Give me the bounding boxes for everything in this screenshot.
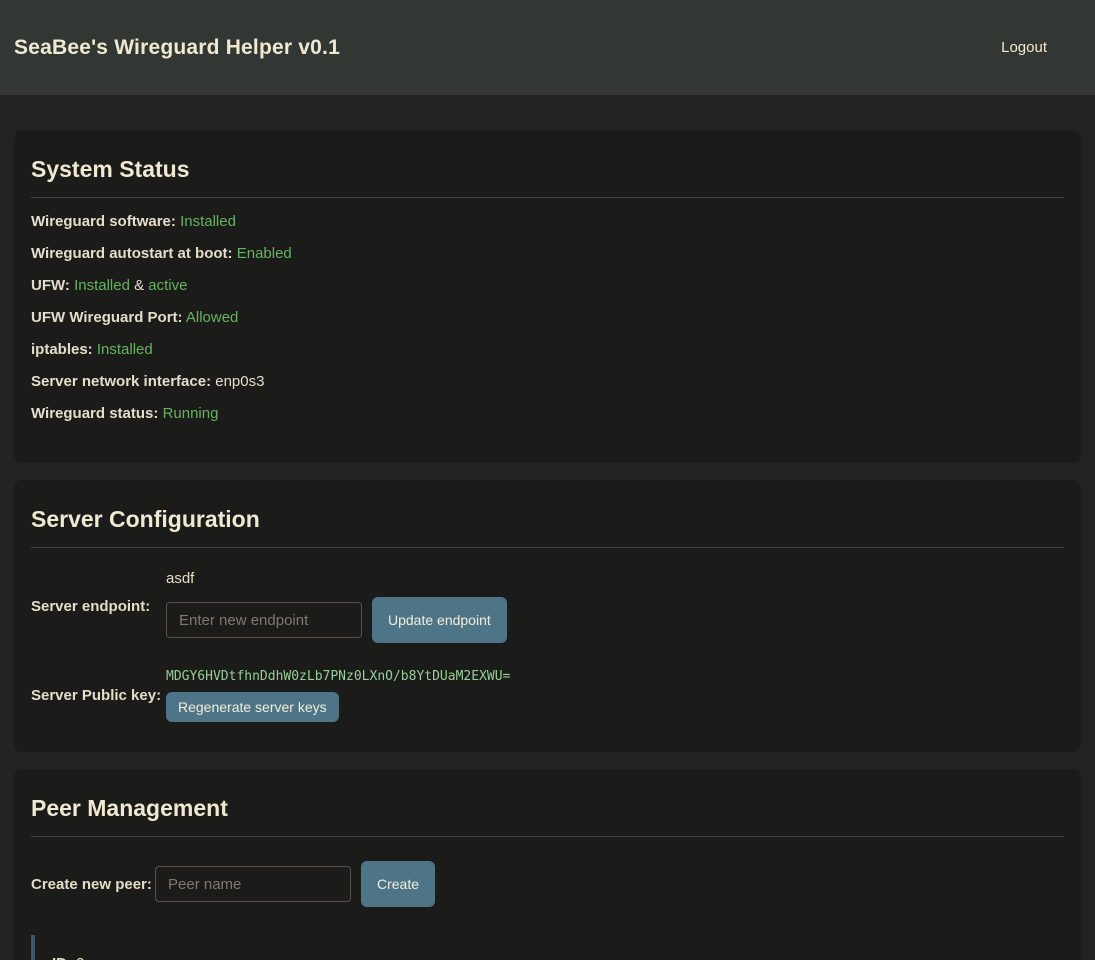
status-value: Allowed [186, 309, 239, 326]
server-endpoint-body: asdf Update endpoint [166, 570, 507, 643]
logout-link[interactable]: Logout [1001, 39, 1047, 56]
status-value: Installed [74, 277, 130, 294]
status-value: Installed [97, 341, 153, 358]
status-value-separator: & [134, 277, 144, 294]
regenerate-server-keys-button[interactable]: Regenerate server keys [166, 692, 339, 722]
status-label: Wireguard status: [31, 405, 158, 422]
peer-management-title: Peer Management [31, 789, 1064, 837]
peer-id-label: ID: [52, 955, 72, 960]
server-endpoint-label: Server endpoint: [31, 598, 166, 615]
endpoint-input[interactable] [166, 602, 362, 638]
server-public-key-label: Server Public key: [31, 687, 166, 704]
status-row-ufw-port: UFW Wireguard Port: Allowed [31, 309, 1064, 326]
system-status-card: System Status Wireguard software: Instal… [14, 130, 1081, 463]
status-row-wireguard-software: Wireguard software: Installed [31, 213, 1064, 230]
server-config-title: Server Configuration [31, 500, 1064, 548]
server-endpoint-current-value: asdf [166, 570, 507, 587]
status-label: Server network interface: [31, 373, 211, 390]
status-label: Wireguard software: [31, 213, 176, 230]
server-public-key-body: MDGY6HVDtfhnDdhW0zLb7PNz0LXnO/b8YtDUaM2E… [166, 669, 510, 722]
peer-id-line: ID: 2 [52, 955, 1047, 960]
app-header: SeaBee's Wireguard Helper v0.1 Logout [0, 0, 1095, 95]
peer-id-value: 2 [76, 955, 84, 960]
server-endpoint-row: Server endpoint: asdf Update endpoint [31, 570, 1064, 643]
status-value: active [148, 277, 187, 294]
status-label: Wireguard autostart at boot: [31, 245, 233, 262]
status-row-wireguard-status: Wireguard status: Running [31, 405, 1064, 422]
status-label: iptables: [31, 341, 93, 358]
status-label: UFW: [31, 277, 70, 294]
status-row-iptables: iptables: Installed [31, 341, 1064, 358]
status-value: Running [163, 405, 219, 422]
status-value: Enabled [237, 245, 292, 262]
status-value: Installed [180, 213, 236, 230]
status-label: UFW Wireguard Port: [31, 309, 183, 326]
system-status-title: System Status [31, 150, 1064, 198]
status-row-autostart: Wireguard autostart at boot: Enabled [31, 245, 1064, 262]
app-title: SeaBee's Wireguard Helper v0.1 [14, 36, 340, 60]
create-peer-label: Create new peer: [31, 876, 155, 893]
server-config-card: Server Configuration Server endpoint: as… [14, 480, 1081, 752]
status-value: enp0s3 [215, 373, 264, 390]
status-row-network-interface: Server network interface: enp0s3 [31, 373, 1064, 390]
update-endpoint-button[interactable]: Update endpoint [372, 597, 507, 643]
main-content: System Status Wireguard software: Instal… [0, 95, 1095, 960]
status-row-ufw: UFW: Installed & active [31, 277, 1064, 294]
peer-management-card: Peer Management Create new peer: Create … [14, 769, 1081, 960]
peer-item: ID: 2 Name: asdf Public Key: ckyOHj5Bk87… [31, 935, 1064, 960]
create-peer-row: Create new peer: Create [31, 861, 1064, 907]
server-public-key-row: Server Public key: MDGY6HVDtfhnDdhW0zLb7… [31, 669, 1064, 722]
peer-name-input[interactable] [155, 866, 351, 902]
create-peer-button[interactable]: Create [361, 861, 435, 907]
server-public-key-value: MDGY6HVDtfhnDdhW0zLb7PNz0LXnO/b8YtDUaM2E… [166, 669, 510, 684]
